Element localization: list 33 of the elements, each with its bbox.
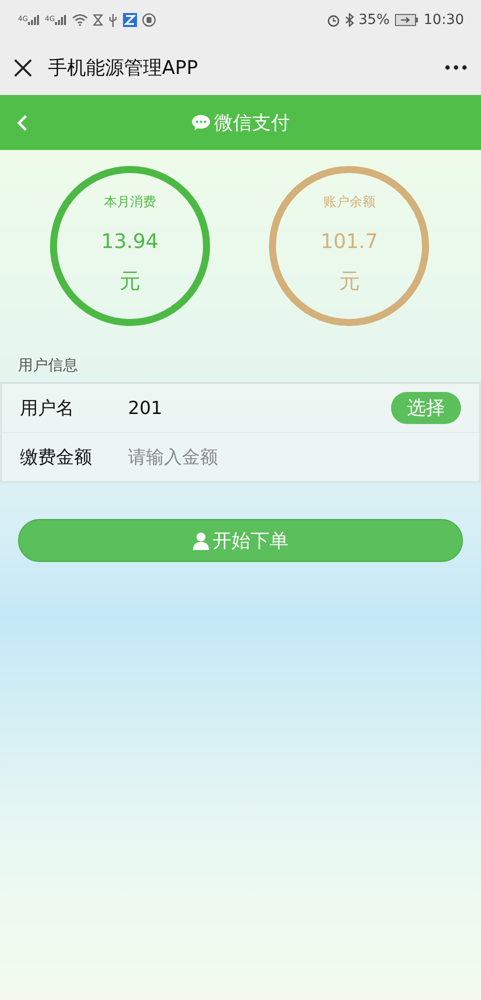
summary-label: 本月消费 (104, 194, 156, 211)
alarm-icon (326, 14, 340, 26)
field-label: 用户名 (20, 397, 75, 420)
signal-icon (28, 15, 40, 25)
app-icon (122, 13, 137, 27)
select-button[interactable]: 选择 (391, 392, 461, 424)
more-button[interactable] (445, 65, 467, 70)
header-title: 微信支付 (214, 110, 290, 136)
close-button[interactable] (14, 58, 32, 76)
signal-icon (54, 15, 67, 25)
summary-value: 101.7 (320, 229, 378, 253)
chat-bubble-icon (191, 114, 211, 131)
summary-unit: 元 (338, 268, 360, 295)
amount-input[interactable]: 请输入金额 (128, 442, 461, 472)
hourglass-icon (92, 14, 103, 26)
bluetooth-icon (344, 13, 354, 27)
field-label: 缴费金额 (20, 446, 93, 469)
app-title: 手机能源管理APP (48, 56, 199, 80)
user-icon (192, 532, 208, 550)
summary-label: 账户余额 (323, 194, 376, 211)
section-title: 用户信息 (18, 356, 78, 376)
username-value: 201 (128, 398, 164, 418)
submit-button[interactable]: 开始下单 (18, 519, 463, 562)
battery-percent: 35% (358, 12, 390, 28)
back-icon (16, 114, 28, 132)
usb-icon (108, 14, 118, 26)
wifi-icon (72, 14, 88, 26)
summary-value: 13.94 (101, 229, 158, 253)
battery-icon (394, 14, 419, 26)
more-icon (445, 65, 467, 70)
clock-time: 10:30 (424, 12, 464, 28)
summary-unit: 元 (119, 268, 140, 295)
close-icon (14, 58, 32, 76)
